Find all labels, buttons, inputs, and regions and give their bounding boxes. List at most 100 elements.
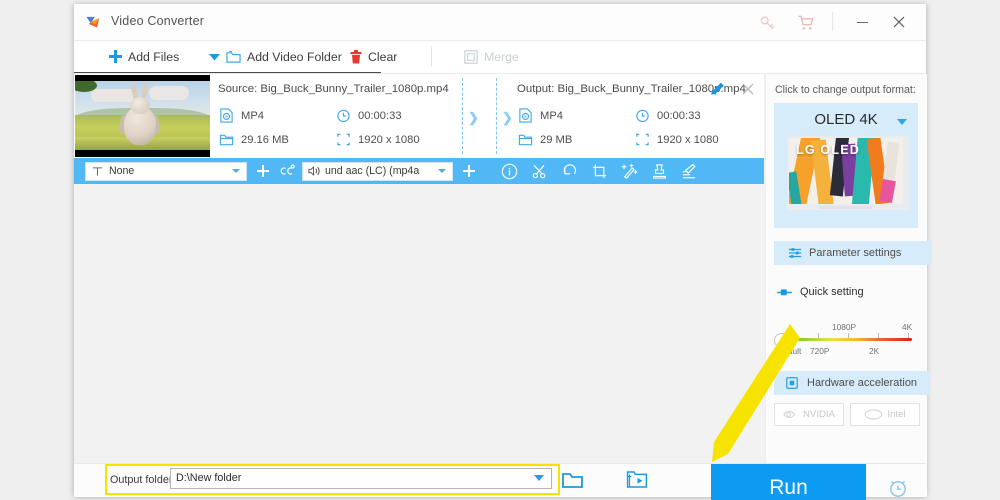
dashed-line xyxy=(462,78,463,154)
output-format: MP4 xyxy=(518,108,563,123)
parameter-settings-button[interactable]: Parameter settings xyxy=(774,241,932,265)
filesize-folder-icon xyxy=(518,134,533,146)
add-files-button[interactable]: Add Files xyxy=(109,41,179,72)
thumb-letterbox xyxy=(75,150,210,157)
merge-label: Merge xyxy=(484,49,519,64)
edit-tool-icons xyxy=(491,160,701,182)
file-card: Source: Big_Buck_Bunny_Trailer_1080p.mp4… xyxy=(74,74,764,158)
output-format-card[interactable]: OLED 4K LG OLED xyxy=(774,103,918,228)
audio-track-select[interactable]: und aac (LC) (mp4a xyxy=(302,161,453,181)
resolution-icon xyxy=(636,133,649,146)
slider-label-720p: 720P xyxy=(810,346,830,356)
source-format: MP4 xyxy=(219,108,264,123)
trash-icon xyxy=(350,49,362,63)
nvidia-accel-button: NVIDIA xyxy=(774,403,844,426)
window-title: Video Converter xyxy=(111,14,205,28)
plus-icon xyxy=(109,50,122,63)
output-folder-dropdown-icon[interactable] xyxy=(534,475,544,481)
speaker-icon xyxy=(308,165,320,177)
format-preview-image: LG OLED xyxy=(787,136,909,210)
chip-icon xyxy=(786,377,798,389)
slider-label-1080p: 1080P xyxy=(832,322,856,332)
cc-icon[interactable] xyxy=(277,162,297,180)
tv-brand-label: LG OLED xyxy=(796,143,860,157)
audio-track-value: und aac (LC) (mp4a xyxy=(325,165,420,177)
source-duration-value: 00:00:33 xyxy=(358,109,402,122)
clear-button[interactable]: Clear xyxy=(350,41,397,72)
file-format-icon xyxy=(519,108,532,123)
merge-button: Merge xyxy=(464,41,519,72)
slider-tick xyxy=(848,333,849,338)
cart-icon[interactable] xyxy=(796,13,816,33)
add-video-folder-label: Add Video Folder xyxy=(247,49,342,64)
chevron-down-icon[interactable] xyxy=(897,119,907,125)
filesize-folder-icon xyxy=(219,134,234,146)
sliders-icon xyxy=(788,248,802,258)
thumb-cloud xyxy=(149,86,189,100)
output-duration-value: 00:00:33 xyxy=(657,109,701,122)
add-subtitle-button[interactable] xyxy=(254,162,272,180)
text-icon xyxy=(92,166,103,176)
subtitle-edit-icon[interactable] xyxy=(677,160,701,182)
source-format-value: MP4 xyxy=(241,109,265,122)
edit-output-name-icon[interactable] xyxy=(708,81,726,99)
title-bar: Video Converter xyxy=(74,4,926,41)
source-title: Source: Big_Buck_Bunny_Trailer_1080p.mp4 xyxy=(218,83,449,95)
hardware-acceleration-button[interactable]: Hardware acceleration xyxy=(774,371,929,395)
video-thumbnail[interactable] xyxy=(75,75,210,157)
rotate-icon[interactable] xyxy=(557,160,581,182)
chevron-down-icon xyxy=(208,53,220,60)
slider-label-default: Default xyxy=(775,346,802,356)
add-video-folder-button[interactable]: Add Video Folder xyxy=(226,41,342,72)
tv-screen: LG OLED xyxy=(789,138,903,204)
nvidia-icon xyxy=(783,411,796,418)
clock-icon xyxy=(636,109,649,123)
file-format-icon xyxy=(220,108,233,123)
remove-file-icon[interactable] xyxy=(738,79,758,99)
quality-slider[interactable]: Default 720P 2K 1080P 4K xyxy=(774,322,918,362)
file-toolbar: None und aac (LC) (mp4a xyxy=(74,158,764,184)
watermark-icon[interactable] xyxy=(647,160,671,182)
output-folder-input[interactable]: D:\New folder xyxy=(170,468,552,489)
output-size-value: 29 MB xyxy=(540,133,573,146)
run-button[interactable]: Run xyxy=(711,464,866,500)
tv-stand xyxy=(820,206,872,209)
cut-icon[interactable] xyxy=(527,160,551,182)
add-files-label: Add Files xyxy=(128,49,180,64)
open-folder-icon[interactable] xyxy=(561,470,585,490)
app-window: Video Converter Add Files Add Video Fold… xyxy=(74,4,932,500)
source-size: 29.16 MB xyxy=(219,132,289,147)
effect-icon[interactable] xyxy=(617,160,641,182)
key-icon[interactable] xyxy=(758,13,778,33)
slider-tick xyxy=(878,333,879,338)
close-button[interactable] xyxy=(888,12,910,32)
intel-accel-button: Intel xyxy=(850,403,920,426)
open-video-folder-icon[interactable] xyxy=(626,469,648,490)
alarm-clock-icon[interactable] xyxy=(886,476,910,500)
run-label: Run xyxy=(769,475,808,499)
format-panel-label: Click to change output format: xyxy=(775,84,916,96)
crop-icon[interactable] xyxy=(587,160,611,182)
app-logo-icon xyxy=(86,16,100,28)
quick-setting-toggle[interactable]: Quick setting xyxy=(776,286,864,298)
menubar-divider xyxy=(431,47,432,66)
intel-icon xyxy=(865,409,883,420)
bottom-bar: Output folder: D:\New folder Run xyxy=(74,463,926,500)
subtitle-value: None xyxy=(109,165,135,177)
minimize-button[interactable] xyxy=(852,12,874,32)
intel-label: Intel xyxy=(887,409,906,420)
thumb-letterbox xyxy=(75,75,210,81)
info-icon[interactable] xyxy=(497,160,521,182)
chevron-right-icon: ❯ xyxy=(502,110,513,125)
output-format-panel: Click to change output format: OLED 4K L… xyxy=(765,74,932,497)
slider-tick xyxy=(818,333,819,338)
subtitle-select[interactable]: None xyxy=(85,161,247,181)
add-files-dropdown-button[interactable] xyxy=(205,41,223,72)
output-resolution-value: 1920 x 1080 xyxy=(657,133,719,146)
source-duration: 00:00:33 xyxy=(336,108,402,123)
add-audio-track-button[interactable] xyxy=(460,162,478,180)
clear-label: Clear xyxy=(368,49,398,64)
screenshot-root: Video Converter Add Files Add Video Fold… xyxy=(0,0,1000,500)
resolution-icon xyxy=(337,133,350,146)
conversion-arrow-divider: ❯ ❯ xyxy=(452,78,514,154)
